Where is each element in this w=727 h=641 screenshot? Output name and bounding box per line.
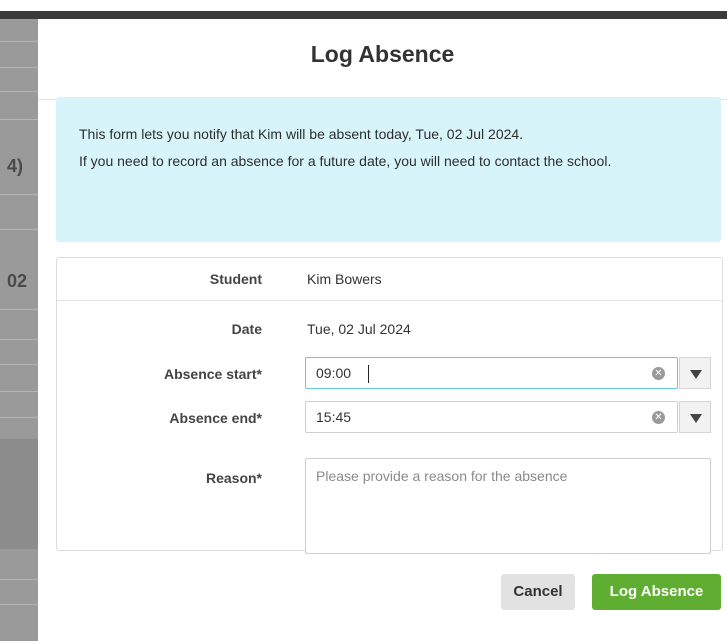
bg-divider <box>0 364 38 365</box>
bg-divider <box>0 579 38 580</box>
text-caret <box>368 365 369 383</box>
reason-textarea[interactable]: Please provide a reason for the absence <box>305 458 711 554</box>
chevron-down-icon <box>690 414 702 423</box>
form-divider <box>57 300 722 301</box>
top-bar <box>0 0 727 19</box>
bg-divider <box>0 91 38 92</box>
clear-icon[interactable]: ✕ <box>652 411 665 424</box>
background-text: 4) <box>7 156 24 176</box>
absence-end-dropdown-button[interactable] <box>679 401 711 433</box>
bg-divider <box>0 41 38 42</box>
info-text-line2: If you need to record an absence for a f… <box>79 153 612 169</box>
absence-start-input[interactable]: 09:00 ✕ <box>305 357 678 389</box>
bg-divider <box>0 194 38 195</box>
bg-divider <box>0 309 38 310</box>
student-value: Kim Bowers <box>307 271 382 287</box>
modal-title: Log Absence <box>310 41 455 67</box>
info-notice: This form lets you notify that Kim will … <box>56 97 721 242</box>
absence-end-input[interactable]: 15:45 ✕ <box>305 401 678 433</box>
info-text-line1: This form lets you notify that Kim will … <box>79 126 524 142</box>
clear-icon[interactable]: ✕ <box>652 367 665 380</box>
bg-divider <box>0 604 38 605</box>
absence-start-dropdown-button[interactable] <box>679 357 711 389</box>
absence-end-label: Absence end* <box>169 410 262 426</box>
log-absence-button[interactable]: Log Absence <box>592 574 721 610</box>
date-value: Tue, 02 Jul 2024 <box>307 321 411 337</box>
background-text: 02 <box>7 271 28 291</box>
log-absence-modal: Log Absence This form lets you notify th… <box>38 19 727 641</box>
cancel-button[interactable]: Cancel <box>501 574 575 610</box>
date-label: Date <box>231 321 262 337</box>
reason-placeholder: Please provide a reason for the absence <box>316 468 568 484</box>
bg-divider <box>0 391 38 392</box>
student-label: Student <box>209 271 262 287</box>
absence-start-label: Absence start* <box>163 366 262 382</box>
bg-divider <box>0 229 38 230</box>
bg-divider <box>0 67 38 68</box>
background-page-strip: 4) 02 <box>0 19 39 641</box>
reason-label: Reason* <box>205 470 262 486</box>
chevron-down-icon <box>690 370 702 379</box>
top-bar-line <box>0 11 727 19</box>
absence-end-value[interactable]: 15:45 <box>316 409 351 425</box>
absence-form: Student Kim Bowers Date Tue, 02 Jul 2024… <box>56 257 723 554</box>
bg-divider <box>0 417 38 418</box>
bg-dark-block <box>0 439 38 549</box>
absence-start-value[interactable]: 09:00 <box>316 365 351 381</box>
bg-divider <box>0 339 38 340</box>
bg-divider <box>0 119 38 120</box>
